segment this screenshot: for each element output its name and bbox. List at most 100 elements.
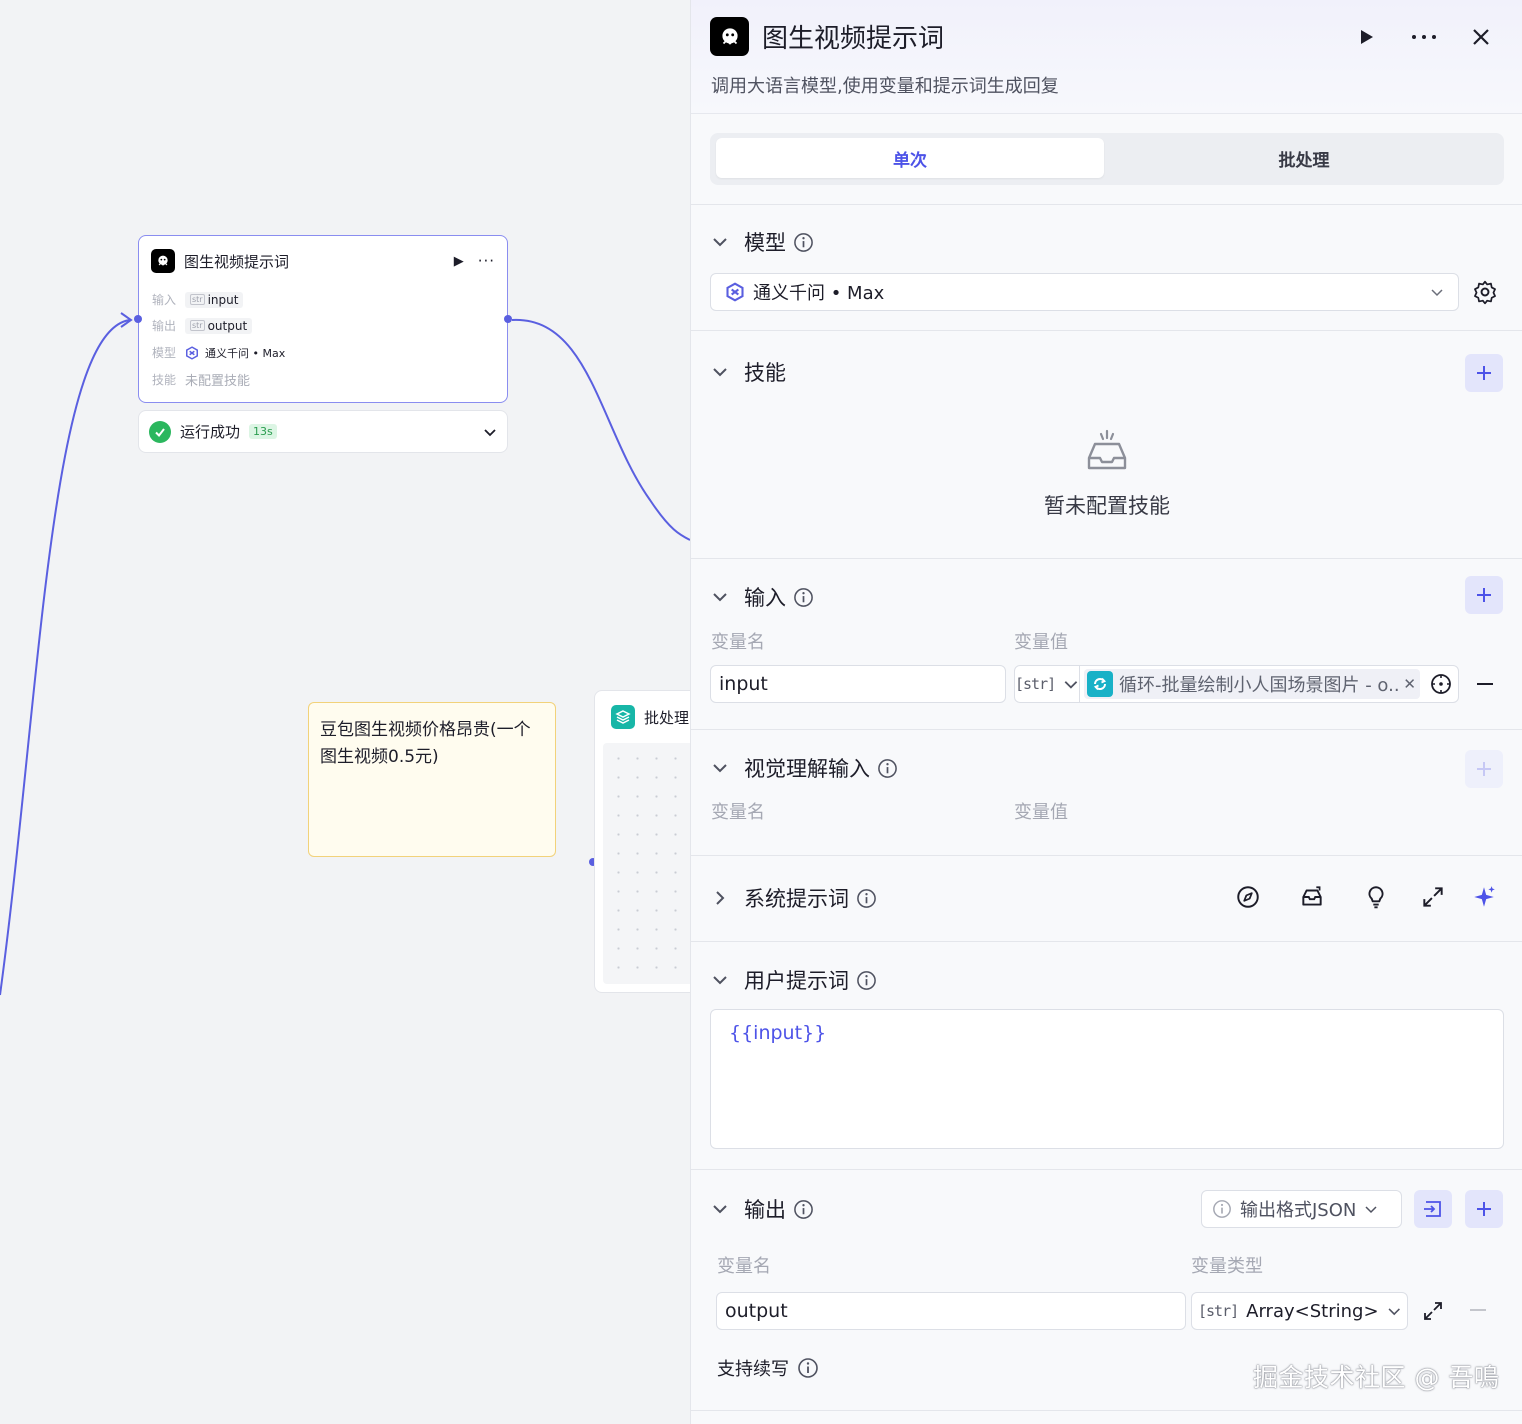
expand-icon[interactable]: [1420, 884, 1446, 910]
output-col-name-label: 变量名: [717, 1256, 771, 1277]
minus-icon: [1477, 683, 1493, 685]
sticky-note[interactable]: 豆包图生视频价格昂贵(一个图生视频0.5元): [308, 702, 556, 857]
add-vision-input-button[interactable]: [1465, 750, 1503, 788]
node-output-port[interactable]: [504, 315, 512, 323]
skills-section-title: 技能: [744, 361, 786, 385]
add-skill-button[interactable]: [1465, 354, 1503, 392]
info-icon[interactable]: [793, 587, 814, 608]
variable-reference-chip[interactable]: 循环-批量绘制小人国场景图片 - o... ✕: [1084, 669, 1420, 699]
node-model-key: 模型: [152, 346, 177, 360]
chevron-down-icon[interactable]: [711, 232, 731, 252]
prompt-library-icon[interactable]: [1299, 884, 1325, 910]
remove-input-button[interactable]: [1474, 673, 1496, 695]
tab-batch[interactable]: 批处理: [1110, 138, 1498, 178]
chevron-down-icon: [1064, 681, 1078, 689]
chevron-down-icon[interactable]: [711, 587, 731, 607]
variable-picker-icon[interactable]: [1430, 673, 1452, 695]
batch-node-card[interactable]: 批处理: [594, 690, 690, 993]
add-output-button[interactable]: [1465, 1190, 1503, 1228]
ai-sparkle-icon[interactable]: [1471, 884, 1497, 910]
skills-section-header[interactable]: 技能: [711, 357, 786, 387]
run-mode-tabs: 单次 批处理: [710, 133, 1504, 185]
user-prompt-editor[interactable]: {{input}}: [710, 1009, 1504, 1149]
model-select[interactable]: 通义千问 • Max: [710, 273, 1459, 311]
chevron-down-icon[interactable]: [711, 362, 731, 382]
vision-input-section-title: 视觉理解输入: [744, 757, 870, 781]
model-section-header[interactable]: 模型: [711, 227, 814, 257]
node-config-panel: 图生视频提示词 调用大语言模型,使用变量和提示词生成回复 单次 批处理 模型 通…: [690, 0, 1522, 1424]
node-input-row: 输入 str input: [152, 291, 244, 308]
node-run-icon[interactable]: ▶: [454, 254, 464, 269]
lightbulb-icon[interactable]: [1363, 884, 1389, 910]
chevron-down-icon[interactable]: [711, 970, 731, 990]
model-settings-gear-icon[interactable]: [1472, 279, 1498, 305]
more-icon: [1412, 35, 1436, 39]
str-type-icon: [str]: [1015, 675, 1056, 693]
input-section-title: 输入: [744, 586, 786, 610]
import-output-button[interactable]: [1414, 1190, 1452, 1228]
node-input-value: input: [207, 292, 239, 307]
output-format-value: 输出格式JSON: [1240, 1200, 1357, 1221]
plus-icon: [1477, 1202, 1491, 1216]
divider: [691, 204, 1522, 205]
node-input-port[interactable]: [134, 315, 142, 323]
input-section-header[interactable]: 输入: [711, 582, 814, 612]
panel-title[interactable]: 图生视频提示词: [762, 18, 944, 55]
add-input-button[interactable]: [1465, 576, 1503, 614]
system-prompt-section-header[interactable]: 系统提示词: [711, 883, 877, 913]
info-icon[interactable]: [793, 1199, 814, 1220]
info-icon[interactable]: [797, 1357, 819, 1379]
node-model-row: 模型 通义千问 • Max: [152, 344, 285, 361]
close-icon: [1473, 29, 1489, 45]
info-icon[interactable]: [856, 970, 877, 991]
remove-output-button[interactable]: [1467, 1299, 1489, 1321]
loop-icon: [1087, 671, 1113, 697]
node-more-icon[interactable]: ···: [478, 252, 495, 270]
panel-header: 图生视频提示词 调用大语言模型,使用变量和提示词生成回复: [691, 0, 1522, 114]
llm-node-logo-icon: [151, 249, 175, 273]
run-status-bar[interactable]: 运行成功 13s: [138, 410, 508, 453]
info-icon[interactable]: [877, 758, 898, 779]
chevron-down-icon[interactable]: [711, 758, 731, 778]
vision-col-value-label: 变量值: [1014, 802, 1068, 823]
workflow-canvas[interactable]: 图生视频提示词 ▶ ··· 输入 str input 输出 str output 模…: [0, 0, 690, 1424]
chevron-down-icon[interactable]: [483, 425, 497, 439]
empty-box-icon: [1087, 429, 1127, 470]
node-input-type-tag: str: [190, 294, 205, 305]
user-prompt-section-title: 用户提示词: [744, 969, 849, 993]
plus-icon: [1477, 588, 1491, 602]
qwen-model-icon: [186, 345, 198, 360]
node-output-value: output: [207, 318, 248, 333]
skills-empty-text: 暂未配置技能: [1044, 494, 1170, 518]
info-icon[interactable]: [793, 232, 814, 253]
node-skill-value: 未配置技能: [185, 374, 251, 389]
more-options-button[interactable]: [1409, 22, 1439, 52]
tab-single[interactable]: 单次: [716, 138, 1104, 178]
divider: [691, 729, 1522, 730]
input-type-select[interactable]: [str]: [1015, 666, 1080, 702]
remove-reference-icon[interactable]: ✕: [1400, 675, 1416, 693]
run-node-button[interactable]: [1351, 22, 1381, 52]
input-var-value-field[interactable]: [str] 循环-批量绘制小人国场景图片 - o... ✕: [1014, 665, 1459, 703]
llm-node-card[interactable]: 图生视频提示词 ▶ ··· 输入 str input 输出 str output 模…: [134, 235, 512, 403]
input-var-name-field[interactable]: input: [710, 665, 1006, 703]
chevron-right-icon[interactable]: [711, 888, 731, 908]
output-type-select[interactable]: [str] Array<String>: [1191, 1292, 1408, 1330]
divider: [691, 1410, 1522, 1411]
expand-icon[interactable]: [1421, 1299, 1445, 1323]
output-var-name-field[interactable]: output: [716, 1292, 1186, 1330]
info-icon[interactable]: [856, 888, 877, 909]
divider: [691, 855, 1522, 856]
output-section-header[interactable]: 输出: [711, 1194, 814, 1224]
import-icon: [1424, 1201, 1441, 1217]
batch-node-body: [603, 743, 690, 984]
chevron-down-icon[interactable]: [711, 1199, 731, 1219]
outgoing-edge: [511, 318, 690, 541]
close-panel-button[interactable]: [1466, 22, 1496, 52]
info-icon: [1213, 1200, 1231, 1218]
output-format-select[interactable]: 输出格式JSON: [1201, 1190, 1402, 1228]
system-prompt-section-title: 系统提示词: [744, 887, 849, 911]
vision-input-section-header[interactable]: 视觉理解输入: [711, 753, 898, 783]
user-prompt-section-header[interactable]: 用户提示词: [711, 965, 877, 995]
compass-icon[interactable]: [1235, 884, 1261, 910]
